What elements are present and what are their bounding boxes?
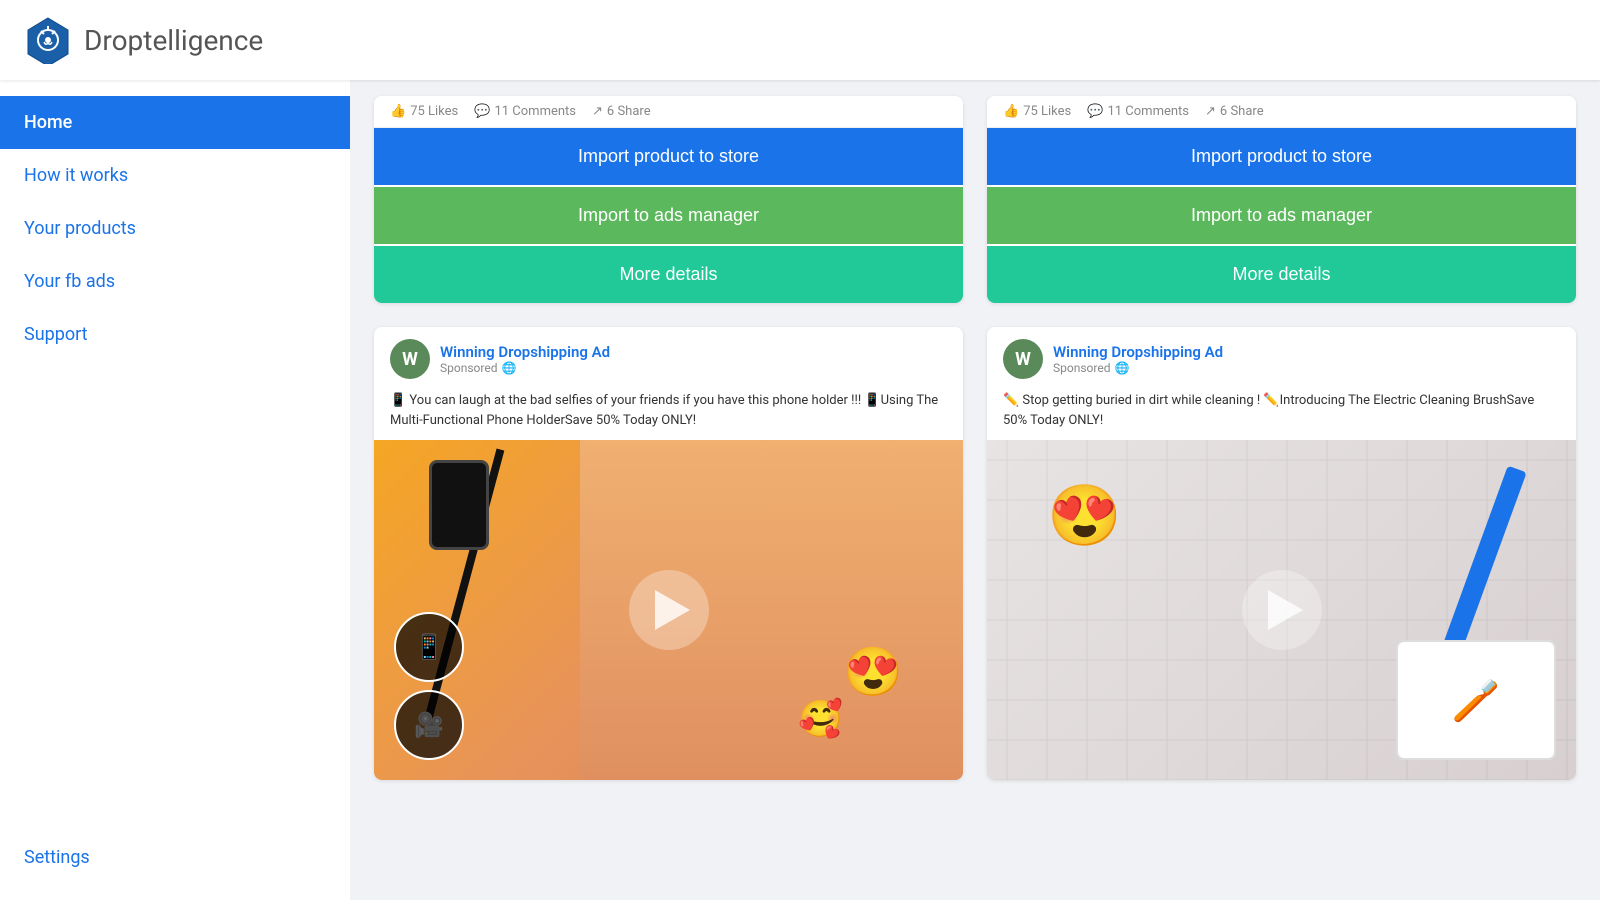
emoji-heart-eyes-1: 😍 xyxy=(843,643,903,700)
ad-card-1: W Winning Dropshipping Ad Sponsored 🌐 📱 … xyxy=(374,327,963,780)
ad-image-2: 😍 🪥 xyxy=(987,440,1576,780)
cards-grid: 👍 75 Likes 💬 11 Comments ↗ 6 Share Impor… xyxy=(374,96,1576,780)
shares-count-2: ↗ 6 Share xyxy=(1205,104,1264,119)
action-buttons-2: Import product to store Import to ads ma… xyxy=(987,128,1576,303)
action-buttons-1: Import product to store Import to ads ma… xyxy=(374,128,963,303)
stats-bar-1: 👍 75 Likes 💬 11 Comments ↗ 6 Share xyxy=(374,96,963,128)
ad-info-1: Winning Dropshipping Ad Sponsored 🌐 xyxy=(440,343,610,375)
ad-image-1: 📱 🎥 😍 🥰 xyxy=(374,440,963,780)
app-header: Droptelligence xyxy=(0,0,1600,80)
brush-inset-image: 🪥 xyxy=(1396,640,1556,760)
ad-info-2: Winning Dropshipping Ad Sponsored 🌐 xyxy=(1053,343,1223,375)
ad-body-2: ✏️ Stop getting buried in dirt while cle… xyxy=(987,391,1576,440)
ad-name-1: Winning Dropshipping Ad xyxy=(440,343,610,361)
sidebar-item-your-products[interactable]: Your products xyxy=(0,202,350,255)
app-title: Droptelligence xyxy=(84,24,263,57)
ad-avatar-2: W xyxy=(1003,339,1043,379)
people-background xyxy=(580,440,963,780)
ad-body-1: 📱 You can laugh at the bad selfies of yo… xyxy=(374,391,963,440)
comments-count-2: 💬 11 Comments xyxy=(1087,104,1189,119)
shares-count-1: ↗ 6 Share xyxy=(592,104,651,119)
main-content: 👍 75 Likes 💬 11 Comments ↗ 6 Share Impor… xyxy=(350,80,1600,900)
logo-icon xyxy=(24,16,72,64)
product-circle-2: 🎥 xyxy=(394,690,464,760)
ad-avatar-1: W xyxy=(390,339,430,379)
sidebar-item-home[interactable]: Home xyxy=(0,96,350,149)
phone-device xyxy=(429,460,489,550)
import-store-button-2[interactable]: Import product to store xyxy=(987,128,1576,185)
likes-count-2: 👍 75 Likes xyxy=(1003,104,1071,119)
more-details-button-2[interactable]: More details xyxy=(987,246,1576,303)
likes-count-1: 👍 75 Likes xyxy=(390,104,458,119)
stats-bar-2: 👍 75 Likes 💬 11 Comments ↗ 6 Share xyxy=(987,96,1576,128)
sidebar-spacer xyxy=(0,361,350,831)
more-details-button-1[interactable]: More details xyxy=(374,246,963,303)
ad-name-2: Winning Dropshipping Ad xyxy=(1053,343,1223,361)
ad-sponsored-2: Sponsored 🌐 xyxy=(1053,361,1223,375)
logo-container: Droptelligence xyxy=(24,16,263,64)
globe-icon-1: 🌐 xyxy=(501,361,516,375)
ad-card-2: W Winning Dropshipping Ad Sponsored 🌐 ✏️… xyxy=(987,327,1576,780)
sidebar: Home How it works Your products Your fb … xyxy=(0,80,350,900)
sidebar-item-support[interactable]: Support xyxy=(0,308,350,361)
emoji-love-1: 🥰 xyxy=(798,698,843,740)
sidebar-item-how-it-works[interactable]: How it works xyxy=(0,149,350,202)
ad-header-1: W Winning Dropshipping Ad Sponsored 🌐 xyxy=(374,327,963,391)
import-store-button-1[interactable]: Import product to store xyxy=(374,128,963,185)
sidebar-item-your-fb-ads[interactable]: Your fb ads xyxy=(0,255,350,308)
product-card-1: 👍 75 Likes 💬 11 Comments ↗ 6 Share Impor… xyxy=(374,96,963,303)
import-ads-button-2[interactable]: Import to ads manager xyxy=(987,187,1576,244)
emoji-love-2: 😍 xyxy=(1047,480,1122,551)
product-circle-1: 📱 xyxy=(394,612,464,682)
sidebar-item-settings[interactable]: Settings xyxy=(0,831,350,884)
import-ads-button-1[interactable]: Import to ads manager xyxy=(374,187,963,244)
comments-count-1: 💬 11 Comments xyxy=(474,104,576,119)
product-circles-1: 📱 🎥 xyxy=(394,612,464,760)
globe-icon-2: 🌐 xyxy=(1114,361,1129,375)
main-layout: Home How it works Your products Your fb … xyxy=(0,80,1600,900)
ad-header-2: W Winning Dropshipping Ad Sponsored 🌐 xyxy=(987,327,1576,391)
product-card-2: 👍 75 Likes 💬 11 Comments ↗ 6 Share Impor… xyxy=(987,96,1576,303)
ad-sponsored-1: Sponsored 🌐 xyxy=(440,361,610,375)
